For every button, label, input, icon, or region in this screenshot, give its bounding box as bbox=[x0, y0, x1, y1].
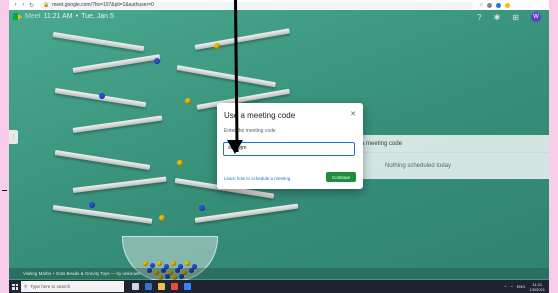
avatar[interactable]: W bbox=[531, 12, 541, 22]
marble bbox=[99, 93, 105, 99]
marble bbox=[214, 43, 220, 49]
back-icon[interactable]: ‹ bbox=[13, 2, 18, 8]
schedule-empty-text: Nothing scheduled today bbox=[385, 163, 452, 169]
search-icon: ⚲ bbox=[24, 283, 28, 289]
ramp bbox=[52, 32, 145, 52]
task-view-icon[interactable] bbox=[132, 283, 139, 290]
learn-schedule-link[interactable]: Learn how to schedule a meeting bbox=[224, 176, 290, 181]
apps-icon[interactable]: ⊞ bbox=[512, 13, 519, 22]
search-placeholder: Type here to search bbox=[30, 284, 71, 289]
language-indicator[interactable]: ENG bbox=[517, 284, 526, 289]
windows-icon bbox=[12, 283, 18, 290]
marble bbox=[159, 215, 165, 221]
marble bbox=[185, 98, 191, 104]
forward-icon[interactable]: › bbox=[21, 2, 26, 8]
annotation-arrow-head bbox=[227, 140, 243, 154]
header-date: Tue, Jan 5 bbox=[81, 13, 114, 20]
extension-icon[interactable] bbox=[487, 2, 493, 8]
marble bbox=[154, 58, 160, 64]
chevron-up-icon[interactable]: ^ bbox=[504, 284, 506, 289]
marble bbox=[89, 202, 95, 208]
meet-header: Meet 11:21 AM • Tue, Jan 5 bbox=[13, 13, 114, 20]
browser-nav: ‹ › ↻ bbox=[13, 2, 35, 9]
ramp bbox=[194, 28, 290, 50]
network-icon[interactable]: ◔ bbox=[510, 284, 512, 289]
ramp bbox=[72, 54, 161, 73]
continue-button[interactable]: Continue bbox=[326, 172, 356, 182]
chrome-icon[interactable] bbox=[184, 283, 191, 290]
menu-icon[interactable] bbox=[505, 2, 511, 8]
clock[interactable]: 11:21 1/5/2021 bbox=[529, 282, 545, 292]
marble bbox=[177, 160, 183, 166]
star-icon[interactable]: ☆ bbox=[479, 2, 483, 8]
ramp bbox=[72, 115, 163, 133]
file-explorer-icon[interactable] bbox=[158, 283, 165, 290]
header-time: 11:21 AM bbox=[43, 13, 73, 20]
background-caption: Visiting Marbs + Eats Beads & Gravity To… bbox=[9, 268, 549, 279]
system-tray: ^ ◔ ENG 11:21 1/5/2021 bbox=[504, 282, 549, 292]
divider bbox=[345, 152, 549, 153]
meet-header-actions: ? ✱ ⊞ W bbox=[477, 12, 541, 22]
marble bbox=[199, 205, 205, 211]
settings-icon[interactable]: ✱ bbox=[494, 13, 501, 22]
ramp bbox=[54, 150, 151, 170]
dialog-subtitle: Enter the meeting code bbox=[224, 128, 276, 134]
edge-icon[interactable] bbox=[145, 283, 152, 290]
office-icon[interactable] bbox=[171, 283, 178, 290]
reload-icon[interactable]: ↻ bbox=[29, 3, 34, 9]
taskbar-apps bbox=[132, 283, 191, 290]
clock-date: 1/5/2021 bbox=[529, 286, 545, 292]
ramp bbox=[72, 176, 167, 193]
ramp bbox=[52, 205, 153, 224]
address-bar[interactable]: 🔒 meet.google.com/?hs=197&pli=1&authuser… bbox=[40, 1, 473, 9]
margin-mark bbox=[2, 190, 7, 191]
meet-logo-icon[interactable] bbox=[13, 13, 22, 20]
help-icon[interactable]: ? bbox=[477, 13, 481, 22]
profile-icon[interactable] bbox=[496, 2, 502, 8]
meet-brand: Meet bbox=[25, 13, 41, 20]
browser-actions: ☆ bbox=[479, 2, 511, 8]
start-button[interactable] bbox=[9, 280, 21, 293]
header-separator: • bbox=[75, 13, 79, 20]
side-panel-handle[interactable]: ⋮ bbox=[9, 130, 18, 144]
ramp bbox=[194, 203, 299, 223]
taskbar: ⚲ Type here to search ^ ◔ ENG 11:21 1/5/… bbox=[9, 280, 549, 293]
lock-icon: 🔒 bbox=[43, 2, 50, 8]
taskbar-search[interactable]: ⚲ Type here to search bbox=[21, 281, 124, 292]
close-icon[interactable]: ✕ bbox=[350, 110, 356, 118]
meeting-side-panel: se a meeting code Nothing scheduled toda… bbox=[345, 135, 549, 179]
screen: ‹ › ↻ 🔒 meet.google.com/?hs=197&pli=1&au… bbox=[9, 0, 549, 293]
url-text: meet.google.com/?hs=197&pli=1&authuser=0 bbox=[52, 2, 154, 8]
ramp bbox=[176, 65, 276, 88]
